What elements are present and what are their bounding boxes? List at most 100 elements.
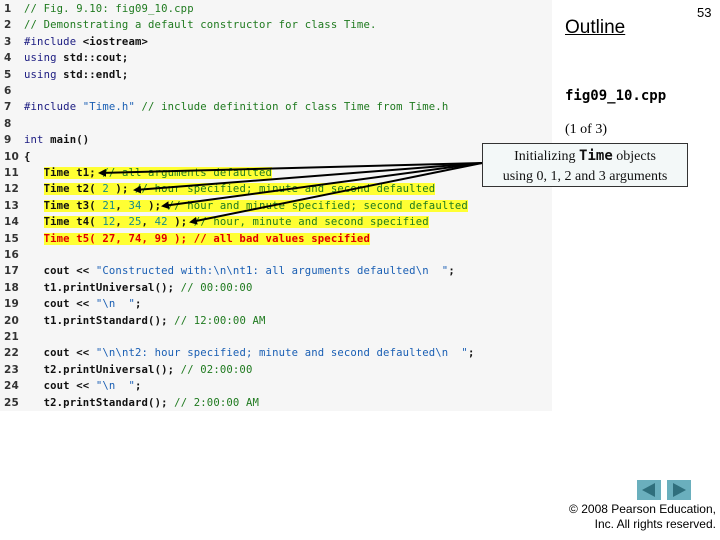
file-name-label: fig09_10.cpp bbox=[565, 88, 667, 104]
code-token: "Constructed with:\n\nt1: all arguments … bbox=[95, 265, 449, 278]
code-token: ; bbox=[135, 298, 142, 311]
code-token: t1.printStandard(); bbox=[43, 314, 168, 327]
code-token: // 00:00:00 bbox=[174, 281, 253, 294]
line-number: 2 bbox=[4, 19, 12, 32]
code-token: int bbox=[24, 134, 51, 147]
code-token: t1.printUniversal(); bbox=[43, 281, 175, 294]
code-text: t2.printUniversal(); // 02:00:00 bbox=[24, 362, 253, 378]
outline-heading[interactable]: Outline bbox=[565, 17, 625, 39]
code-token: 21 bbox=[102, 199, 116, 212]
line-number: 5 bbox=[4, 68, 12, 81]
code-text: using std::cout; bbox=[24, 50, 128, 66]
page-number: 53 bbox=[697, 5, 712, 20]
line-number: 23 bbox=[4, 363, 19, 376]
code-token: #include bbox=[24, 101, 83, 114]
code-text: // Fig. 9.10: fig09_10.cpp bbox=[24, 1, 194, 17]
code-text: Time t4( 12, 25, 42 ); // hour, minute a… bbox=[24, 214, 429, 230]
code-text: t1.printStandard(); // 12:00:00 AM bbox=[24, 313, 266, 329]
code-token: 2 bbox=[102, 183, 109, 196]
code-token: main() bbox=[50, 134, 90, 147]
line-number: 7 bbox=[4, 101, 12, 114]
line-number: 13 bbox=[4, 199, 19, 212]
code-token: Time t3( bbox=[43, 199, 103, 212]
code-token: ); bbox=[141, 199, 162, 212]
code-token: // hour and minute specified; second def… bbox=[161, 199, 468, 212]
code-token: Time t5( 27, 74, 99 ); // all bad values… bbox=[43, 232, 370, 245]
callout-box: Initializing Time objects using 0, 1, 2 … bbox=[482, 143, 688, 187]
code-token: // hour, minute and second specified bbox=[187, 216, 429, 229]
line-number: 3 bbox=[4, 35, 12, 48]
code-token: 42 bbox=[154, 216, 168, 229]
code-token: ; bbox=[467, 347, 475, 360]
code-text: { bbox=[24, 149, 31, 165]
code-token: 25 bbox=[128, 216, 142, 229]
line-number: 22 bbox=[4, 347, 19, 360]
code-token: , bbox=[115, 216, 129, 229]
code-token: "\n\nt2: hour specified; minute and seco… bbox=[95, 347, 468, 360]
code-token: , bbox=[141, 216, 155, 229]
code-token: <iostream> bbox=[82, 35, 149, 48]
code-text: // Demonstrating a default constructor f… bbox=[24, 17, 377, 33]
code-text: using std::endl; bbox=[24, 67, 128, 83]
code-token: std::cout; bbox=[63, 52, 129, 65]
code-token: // include definition of class Time from… bbox=[135, 101, 449, 114]
code-token: ); bbox=[108, 183, 129, 196]
next-slide-button[interactable] bbox=[667, 480, 691, 500]
line-number: 25 bbox=[4, 396, 19, 409]
callout-code-term: Time bbox=[579, 148, 613, 164]
code-text: t1.printUniversal(); // 00:00:00 bbox=[24, 280, 253, 296]
callout-line-1: Initializing Time objects bbox=[514, 148, 656, 164]
code-token: Time t1; bbox=[43, 167, 96, 179]
code-token: t2.printStandard(); bbox=[43, 396, 168, 409]
code-text: cout << "\n "; bbox=[24, 296, 142, 312]
line-number: 8 bbox=[4, 117, 12, 130]
triangle-left-icon bbox=[642, 483, 655, 497]
code-token: std::endl; bbox=[63, 68, 129, 81]
code-token: ; bbox=[135, 380, 142, 393]
code-token: // 12:00:00 AM bbox=[167, 314, 266, 327]
code-token: "Time.h" bbox=[82, 101, 135, 114]
code-token: t2.printUniversal(); bbox=[43, 363, 175, 376]
line-number: 6 bbox=[4, 85, 12, 97]
code-token: using bbox=[24, 52, 64, 65]
code-token: , bbox=[115, 199, 129, 212]
line-number: 4 bbox=[4, 52, 12, 65]
line-number: 17 bbox=[4, 265, 19, 278]
code-text: Time t2( 2 ); // hour specified; minute … bbox=[24, 181, 436, 197]
triangle-right-icon bbox=[673, 483, 686, 497]
line-number: 20 bbox=[4, 314, 19, 327]
code-text: t2.printStandard(); // 2:00:00 AM bbox=[24, 395, 259, 411]
line-number: 24 bbox=[4, 380, 19, 393]
code-token: 12 bbox=[102, 216, 116, 229]
line-number: 11 bbox=[4, 167, 19, 179]
line-number: 12 bbox=[4, 183, 19, 196]
code-text: #include "Time.h" // include definition … bbox=[24, 99, 448, 115]
code-token: cout << bbox=[43, 347, 96, 360]
previous-slide-button[interactable] bbox=[637, 480, 661, 500]
line-number: 1 bbox=[4, 3, 12, 15]
code-token: { bbox=[24, 150, 31, 163]
code-text: cout << "\n "; bbox=[24, 378, 142, 394]
line-number: 16 bbox=[4, 249, 19, 261]
code-token: Time t4( bbox=[43, 216, 103, 229]
copyright-notice: © 2008 Pearson Education, Inc. All right… bbox=[569, 502, 716, 531]
code-token: // hour specified; minute and second def… bbox=[128, 183, 436, 196]
code-token: // Fig. 9.10: fig09_10.cpp bbox=[24, 3, 194, 15]
code-text: #include <iostream> bbox=[24, 34, 148, 50]
code-text: cout << "Constructed with:\n\nt1: all ar… bbox=[24, 263, 455, 279]
line-number: 21 bbox=[4, 331, 19, 343]
code-token: #include bbox=[24, 35, 83, 48]
callout-line-2: using 0, 1, 2 and 3 arguments bbox=[502, 169, 668, 184]
code-text: Time t1; // all arguments defaulted bbox=[24, 165, 273, 181]
code-token: // 2:00:00 AM bbox=[167, 396, 260, 409]
